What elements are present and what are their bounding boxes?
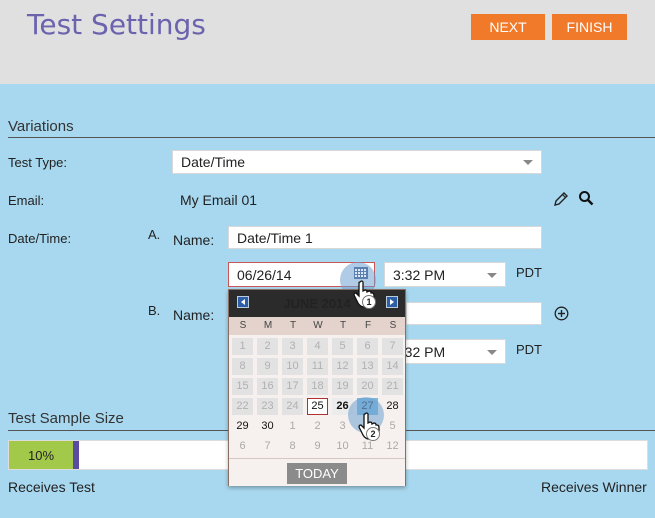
calendar-day[interactable]: 30 bbox=[257, 418, 278, 435]
variant-a-time-select[interactable]: 3:32 PM bbox=[384, 262, 506, 287]
test-type-select[interactable]: Date/Time bbox=[172, 150, 542, 174]
finish-button[interactable]: FINISH bbox=[552, 14, 627, 40]
variant-a-letter: A. bbox=[148, 227, 161, 242]
calendar-weekday: M bbox=[263, 320, 273, 331]
calendar-day: 12 bbox=[332, 358, 353, 375]
calendar-weekday: S bbox=[389, 320, 397, 331]
calendar-day[interactable]: 25 bbox=[307, 398, 328, 415]
calendar-day: 7 bbox=[382, 338, 403, 355]
sample-size-heading: Test Sample Size bbox=[8, 410, 124, 427]
next-button[interactable]: NEXT bbox=[471, 14, 545, 40]
pencil-icon[interactable] bbox=[552, 190, 570, 208]
calendar-day: 18 bbox=[307, 378, 328, 395]
variant-a-name-label: Name: bbox=[173, 232, 215, 248]
datetime-label: Date/Time: bbox=[8, 231, 72, 246]
calendar-day[interactable]: 28 bbox=[382, 398, 403, 415]
date-picker-popup: JUNE 2014 SMTWTFS 1 2 3 4 5 6 7 8 9 10 11 12 13 14 15 1… bbox=[228, 289, 406, 486]
variant-b-name-input[interactable] bbox=[406, 302, 542, 325]
variant-b-timezone: PDT bbox=[516, 342, 542, 357]
calendar-day: 2 bbox=[257, 338, 278, 355]
calendar-weekday: T bbox=[289, 320, 297, 331]
search-icon[interactable] bbox=[577, 189, 595, 207]
calendar-icon[interactable] bbox=[353, 266, 369, 280]
receives-test-label: Receives Test bbox=[8, 479, 95, 495]
variant-a-name-value: Date/Time 1 bbox=[237, 229, 313, 246]
calendar-day: 21 bbox=[382, 378, 403, 395]
calendar-day: 9 bbox=[257, 358, 278, 375]
variant-a-timezone: PDT bbox=[516, 265, 542, 280]
calendar-day: 4 bbox=[307, 338, 328, 355]
calendar-month-label: JUNE 2014 bbox=[283, 296, 351, 311]
calendar-day: 20 bbox=[357, 378, 378, 395]
calendar-day[interactable]: 6 bbox=[232, 438, 253, 455]
calendar-day: 1 bbox=[232, 338, 253, 355]
calendar-header: JUNE 2014 bbox=[229, 290, 405, 317]
calendar-day[interactable]: 10 bbox=[332, 438, 353, 455]
email-label: Email: bbox=[8, 193, 45, 208]
calendar-weekday: F bbox=[364, 320, 372, 331]
calendar-day[interactable]: 5 bbox=[382, 418, 403, 435]
calendar-day[interactable]: 2 bbox=[307, 418, 328, 435]
chevron-down-icon bbox=[487, 272, 497, 278]
variant-b-name-label: Name: bbox=[173, 307, 215, 323]
calendar-day: 8 bbox=[232, 358, 253, 375]
sample-size-percent: 10% bbox=[27, 447, 55, 463]
variant-a-time-value: 3:32 PM bbox=[393, 266, 446, 283]
calendar-day: 23 bbox=[257, 398, 278, 415]
calendar-day: 13 bbox=[357, 358, 378, 375]
calendar-weekday: W bbox=[313, 320, 323, 331]
calendar-day: 11 bbox=[307, 358, 328, 375]
calendar-day[interactable]: 1 bbox=[282, 418, 303, 435]
calendar-day[interactable]: 12 bbox=[382, 438, 403, 455]
chevron-right-icon[interactable] bbox=[386, 296, 398, 308]
calendar-day: 16 bbox=[257, 378, 278, 395]
variant-a-date-value: 06/26/14 bbox=[237, 266, 292, 283]
calendar-day: 17 bbox=[282, 378, 303, 395]
variant-b-letter: B. bbox=[148, 303, 161, 318]
calendar-day[interactable]: 29 bbox=[232, 418, 253, 435]
slider-handle[interactable] bbox=[73, 441, 79, 469]
variant-a-name-input[interactable]: Date/Time 1 bbox=[228, 226, 542, 249]
email-value: My Email 01 bbox=[180, 192, 258, 208]
calendar-day: 19 bbox=[332, 378, 353, 395]
calendar-day[interactable]: 9 bbox=[307, 438, 328, 455]
calendar-day: 14 bbox=[382, 358, 403, 375]
calendar-day: 6 bbox=[357, 338, 378, 355]
step-badge-2: 2 bbox=[366, 427, 380, 441]
divider bbox=[8, 137, 655, 138]
calendar-day: 10 bbox=[282, 358, 303, 375]
page-title: Test Settings bbox=[27, 8, 206, 41]
calendar-day[interactable]: 7 bbox=[257, 438, 278, 455]
test-type-value: Date/Time bbox=[181, 154, 246, 170]
test-type-label: Test Type: bbox=[8, 155, 68, 170]
today-button[interactable]: TODAY bbox=[287, 463, 347, 484]
calendar-day: 22 bbox=[232, 398, 253, 415]
sample-size-fill: 10% bbox=[9, 441, 73, 469]
calendar-footer: TODAY bbox=[229, 458, 405, 486]
receives-winner-label: Receives Winner bbox=[541, 479, 647, 495]
calendar-weekday: S bbox=[239, 320, 247, 331]
chevron-down-icon bbox=[487, 349, 497, 355]
add-circle-icon[interactable] bbox=[553, 305, 569, 321]
header-bar: Test Settings NEXT FINISH bbox=[0, 0, 655, 84]
calendar-weekday: T bbox=[339, 320, 347, 331]
calendar-day: 15 bbox=[232, 378, 253, 395]
step-badge-1: 1 bbox=[362, 295, 376, 309]
calendar-day: 3 bbox=[282, 338, 303, 355]
calendar-weekday-row: SMTWTFS bbox=[229, 317, 405, 335]
calendar-day: 5 bbox=[332, 338, 353, 355]
calendar-day[interactable]: 8 bbox=[282, 438, 303, 455]
variations-heading: Variations bbox=[8, 118, 74, 135]
calendar-day: 24 bbox=[282, 398, 303, 415]
chevron-down-icon bbox=[523, 160, 533, 165]
